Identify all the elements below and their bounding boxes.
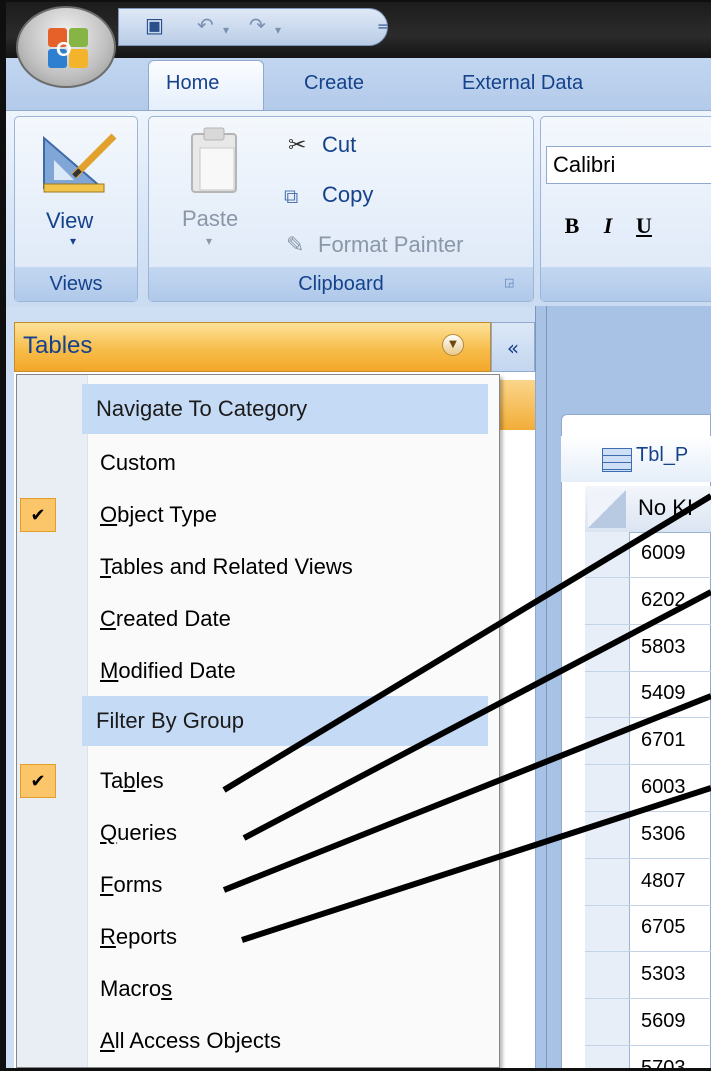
office-button[interactable]: O [16,6,116,88]
annotation-lines [222,493,711,943]
svg-text:O: O [56,39,72,61]
pointer-line-reports [241,785,711,943]
access-window: ▣ ↶ ▾ ↷ ▾ = O Home Create External Data … [6,2,711,1068]
pointer-line-forms [222,693,711,893]
office-logo-icon: O [48,28,88,68]
pointer-line-queries [242,589,711,841]
pointer-line-tables [222,493,711,793]
